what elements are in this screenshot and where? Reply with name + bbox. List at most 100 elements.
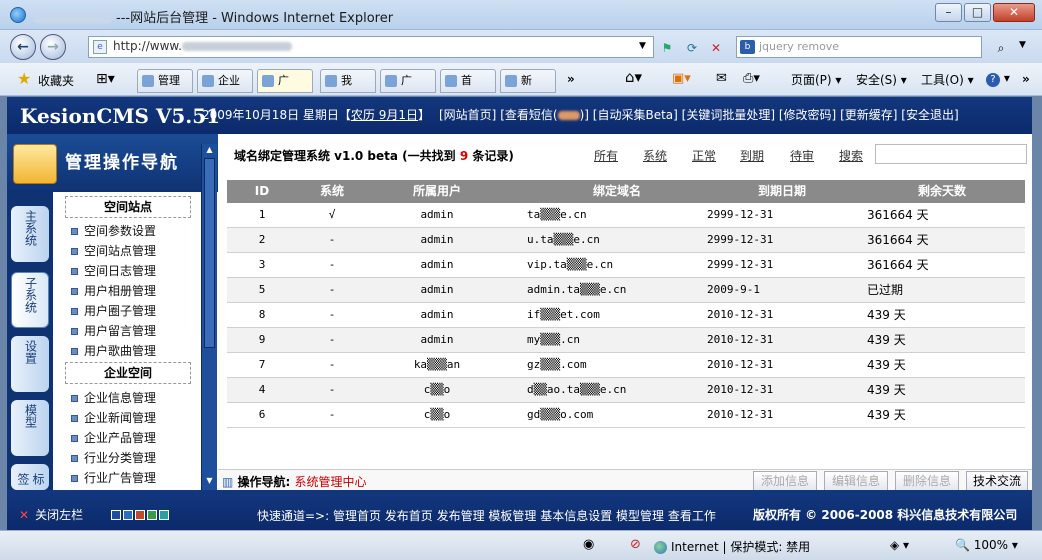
favorites-label[interactable]: 收藏夹 [38,72,74,89]
folder-icon [13,144,57,184]
filter-system[interactable]: 系统 [643,147,667,164]
keyword-batch-link[interactable]: [关键词批量处理] [682,108,775,122]
forward-arrow-icon[interactable]: → [40,34,66,60]
add-info-button[interactable]: 添加信息 [753,471,817,491]
more-tabs-icon[interactable]: » [567,72,575,86]
table-row[interactable]: 7 - ka▒▒▒an gz▒▒▒.com 2010-12-31 439 天 [227,353,1025,378]
logout-link[interactable]: [安全退出] [901,108,958,122]
tab-sub-system[interactable]: 子系统 [11,272,49,328]
favorites-star-icon[interactable]: ★ [17,69,31,88]
search-input[interactable] [875,144,1027,164]
browser-tab[interactable]: 管理 [137,69,193,93]
nav-item[interactable]: 空间日志管理 [71,262,156,279]
filter-search[interactable]: 搜索 [839,147,863,164]
search-dropdown-icon[interactable]: ▼ [1019,40,1026,50]
tech-support-button[interactable]: 技术交流 [966,471,1028,491]
update-cache-link[interactable]: [更新缓存] [840,108,897,122]
theme-swatch[interactable] [111,510,121,520]
theme-swatch[interactable] [159,510,169,520]
change-password-link[interactable]: [修改密码] [779,108,836,122]
search-input[interactable]: b jquery remove [736,36,982,58]
nav-scrollbar[interactable]: ▲ ▼ [201,144,217,490]
nav-item[interactable]: 企业产品管理 [71,429,156,446]
feeds-icon[interactable]: ▣▾ [672,71,691,86]
stop-icon[interactable]: ✕ [707,39,725,57]
edit-info-button[interactable]: 编辑信息 [824,471,888,491]
filter-normal[interactable]: 正常 [692,147,716,164]
page-menu[interactable]: 页面(P) ▾ [791,71,841,88]
browser-tab[interactable]: 企业 [197,69,253,93]
nav-item[interactable]: 行业广告管理 [71,469,156,486]
view-sms-link[interactable]: [查看短信()] [500,108,589,122]
auto-collect-link[interactable]: [自动采集Beta] [593,108,678,122]
nav-item[interactable]: 空间参数设置 [71,222,156,239]
tab-label[interactable]: 标签 [11,464,49,490]
table-row[interactable]: 5 - admin admin.ta▒▒▒e.cn 2009-9-1 已过期 [227,278,1025,303]
mail-icon[interactable]: ✉ [716,71,727,86]
tab-model[interactable]: 模型 [11,400,49,456]
compat-view-icon[interactable]: ⚑ [658,39,676,57]
lunar-date-link[interactable]: 农历 9月1日 [351,108,418,122]
quick-nav-links[interactable]: 快速通道=>: 管理首页 发布首页 发布管理 模板管理 基本信息设置 模型管理 … [257,507,716,524]
more-commands-icon[interactable]: » [1022,72,1030,86]
minimize-button[interactable]: – [935,3,962,22]
nav-item[interactable]: 用户歌曲管理 [71,342,156,359]
browser-tab[interactable]: 广 [257,69,313,93]
browser-tab[interactable]: 首 [440,69,496,93]
table-row[interactable]: 1 √ admin ta▒▒▒e.cn 2999-12-31 361664 天 [227,203,1025,228]
filter-all[interactable]: 所有 [594,147,618,164]
privacy-icon[interactable]: ◉ [583,537,594,552]
nav-item[interactable]: 企业新闻管理 [71,409,156,426]
back-arrow-icon[interactable]: ← [10,34,36,60]
nav-item[interactable]: 用户相册管理 [71,282,156,299]
home-icon[interactable]: ⌂▾ [625,68,642,86]
table-row[interactable]: 2 - admin u.ta▒▒▒e.cn 2999-12-31 361664 天 [227,228,1025,253]
tools-menu[interactable]: 工具(O) ▾ [921,71,974,88]
site-home-link[interactable]: [网站首页] [439,108,496,122]
search-icon[interactable]: ⌕ [992,39,1010,57]
theme-swatch[interactable] [123,510,133,520]
nav-item[interactable]: 用户圈子管理 [71,302,156,319]
filter-pending[interactable]: 待审 [790,147,814,164]
table-row[interactable]: 9 - admin my▒▒▒.cn 2010-12-31 439 天 [227,328,1025,353]
safety-menu[interactable]: 安全(S) ▾ [856,71,907,88]
browser-tab[interactable]: 我 [320,69,376,93]
scroll-up-icon[interactable]: ▲ [204,145,215,155]
blocked-icon[interactable]: ⊘ [630,537,641,552]
addons-icon[interactable]: ◈ ▾ [890,538,909,552]
tab-settings[interactable]: 设置 [11,336,49,392]
nav-item[interactable]: 用户留言管理 [71,322,156,339]
nav-group-space: 空间站点 [65,196,191,218]
address-bar[interactable]: e http://www. ▼ [88,36,654,58]
nav-item[interactable]: 空间站点管理 [71,242,156,259]
table-row[interactable]: 3 - admin vip.ta▒▒▒e.cn 2999-12-31 361664 天 [227,253,1025,278]
system-center-link[interactable]: 系统管理中心 [295,475,367,489]
table-row[interactable]: 4 - c▒▒o d▒▒ao.ta▒▒▒e.cn 2010-12-31 439 天 [227,378,1025,403]
print-icon[interactable]: ⎙▾ [743,71,760,86]
cell-system: - [328,308,336,321]
tab-main-system[interactable]: 主系统 [11,206,49,262]
close-left-panel-button[interactable]: ✕ 关闭左栏 [19,506,83,523]
close-window-button[interactable]: ✕ [993,3,1035,22]
delete-info-button[interactable]: 删除信息 [895,471,959,491]
nav-item[interactable]: 行业分类管理 [71,449,156,466]
address-url[interactable]: http://www. [113,39,292,53]
theme-swatch[interactable] [147,510,157,520]
nav-item[interactable]: 企业信息管理 [71,389,156,406]
scroll-thumb[interactable] [204,158,215,348]
theme-swatch[interactable] [135,510,145,520]
browser-tab[interactable]: 广 [380,69,436,93]
table-row[interactable]: 8 - admin if▒▒▒et.com 2010-12-31 439 天 [227,303,1025,328]
zoom-level[interactable]: 🔍 100% ▾ [955,538,1018,552]
cell-domain: ta▒▒▒e.cn [527,208,587,221]
quick-tabs-icon[interactable]: ⊞▾ [96,71,115,87]
filter-expired[interactable]: 到期 [740,147,764,164]
security-zone[interactable]: Internet | 保护模式: 禁用 [654,538,810,555]
browser-tab[interactable]: 新 [500,69,556,93]
scroll-down-icon[interactable]: ▼ [204,476,215,486]
refresh-icon[interactable]: ⟳ [683,39,701,57]
address-dropdown-icon[interactable]: ▼ [639,41,646,51]
help-menu[interactable]: ? ▾ [986,71,1010,87]
maximize-button[interactable]: □ [964,3,991,22]
table-row[interactable]: 6 - c▒▒o gd▒▒▒o.com 2010-12-31 439 天 [227,403,1025,428]
